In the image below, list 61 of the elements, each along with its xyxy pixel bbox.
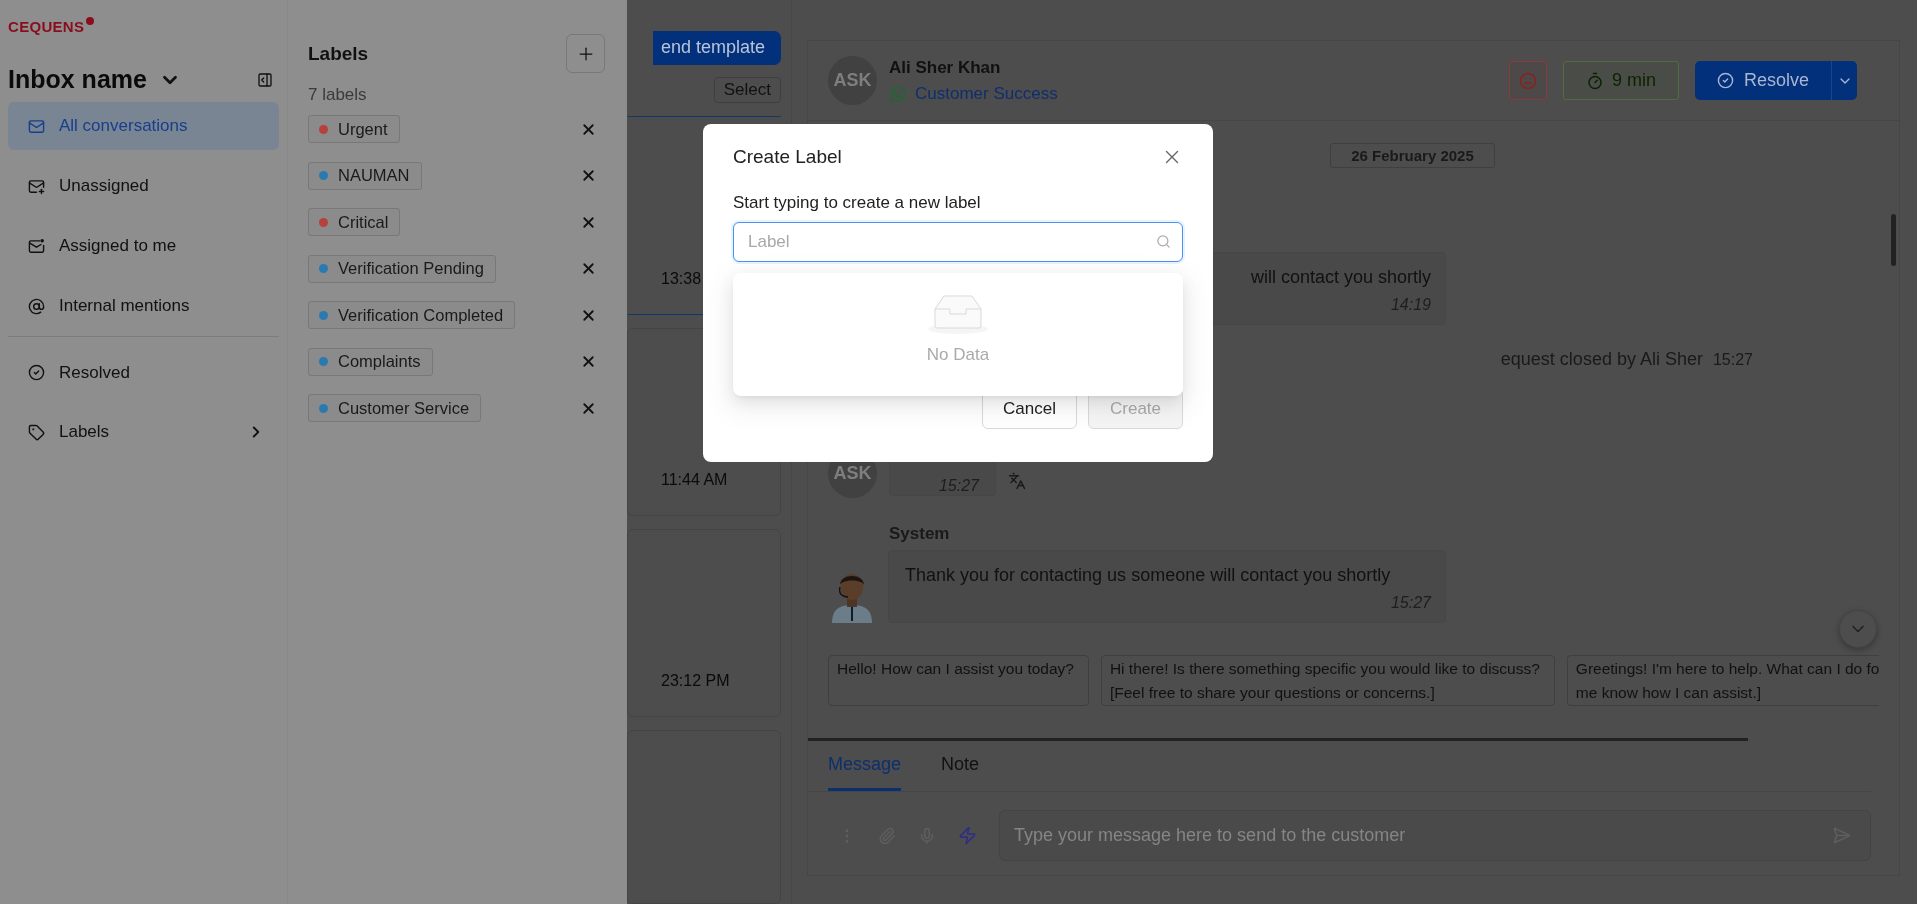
sentiment-button[interactable] (1508, 61, 1547, 100)
check-circle-icon (1716, 72, 1734, 89)
suggestion-chip[interactable]: Hi there! Is there something specific you would like to discuss? [Feel free to share your questions or concerns.] (1100, 655, 1555, 706)
mail-icon (28, 117, 45, 135)
contact-avatar: ASK (828, 56, 877, 105)
scroll-down-button[interactable] (1839, 610, 1877, 648)
nav-item[interactable]: Assigned to me (8, 222, 279, 270)
empty-inbox-icon (926, 293, 990, 335)
remove-icon[interactable] (580, 167, 597, 184)
sad-face-icon (1518, 71, 1537, 90)
contact-name: Ali Sher Khan (889, 57, 1002, 78)
conversation-time: 11:44 AM (661, 471, 728, 490)
message-input[interactable]: Type your message here to send to the customer (999, 810, 1871, 861)
search-icon (1156, 234, 1171, 249)
remove-icon[interactable] (580, 260, 597, 277)
collapse-panel-icon[interactable] (257, 71, 273, 88)
nav-item[interactable]: Resolved (8, 336, 279, 396)
nav-item[interactable]: Unassigned (8, 162, 279, 210)
timer-icon (1585, 71, 1604, 90)
at-icon (28, 297, 45, 315)
label-tag: Verification Pending (308, 254, 496, 283)
composer-tab[interactable]: Message (828, 741, 902, 791)
label-tag: NAUMAN (308, 161, 422, 190)
field-label: Start typing to create a new label (733, 193, 982, 213)
check-circle-icon (28, 364, 45, 381)
dialog-title: Create Label (733, 146, 842, 168)
inbox-title: Inbox name (8, 65, 147, 94)
nav-item[interactable]: Labels (8, 408, 279, 456)
send-template-button[interactable]: end template (653, 31, 781, 65)
nav-item[interactable]: Internal mentions (8, 282, 279, 330)
nav-item[interactable]: All conversations (8, 102, 279, 150)
conversation-time: 13:38 (661, 270, 702, 289)
add-label-button[interactable] (566, 34, 605, 73)
resolve-button[interactable]: Resolve (1694, 61, 1831, 100)
translate-icon[interactable] (1008, 471, 1026, 490)
lightning-icon[interactable] (958, 826, 977, 845)
label-input[interactable]: Label (733, 222, 1183, 262)
mail-plus-icon (28, 177, 45, 195)
channel-name: Customer Success (915, 83, 1058, 104)
scrollbar-thumb[interactable] (808, 738, 1748, 741)
conversation-card[interactable]: 23:12 PM (627, 529, 781, 717)
label-tag: Verification Completed (308, 301, 516, 329)
label-tag: Complaints (308, 347, 433, 376)
remove-icon[interactable] (580, 353, 597, 370)
label-count: 7 labels (308, 85, 368, 105)
empty-text: No Data (926, 345, 990, 365)
label-tag: Customer Service (308, 394, 482, 422)
scrollbar-thumb[interactable] (1890, 214, 1896, 266)
panel-title: Labels (308, 42, 369, 65)
logo: CEQUENS (8, 18, 95, 35)
mail-icon (28, 237, 45, 255)
timer-button[interactable]: 9 min (1562, 61, 1679, 100)
select-button[interactable]: Select (713, 77, 781, 103)
composer-tab[interactable]: Note (941, 741, 980, 791)
resolve-menu-button[interactable] (1831, 61, 1857, 100)
whatsapp-icon (889, 84, 907, 103)
suggestion-chip[interactable]: Hello! How can I assist you today? (828, 655, 1089, 706)
label-tag: Critical (308, 208, 401, 236)
label-tag: Urgent (308, 115, 400, 143)
conversation-time: 23:12 PM (661, 671, 730, 690)
tag-icon (28, 423, 45, 441)
